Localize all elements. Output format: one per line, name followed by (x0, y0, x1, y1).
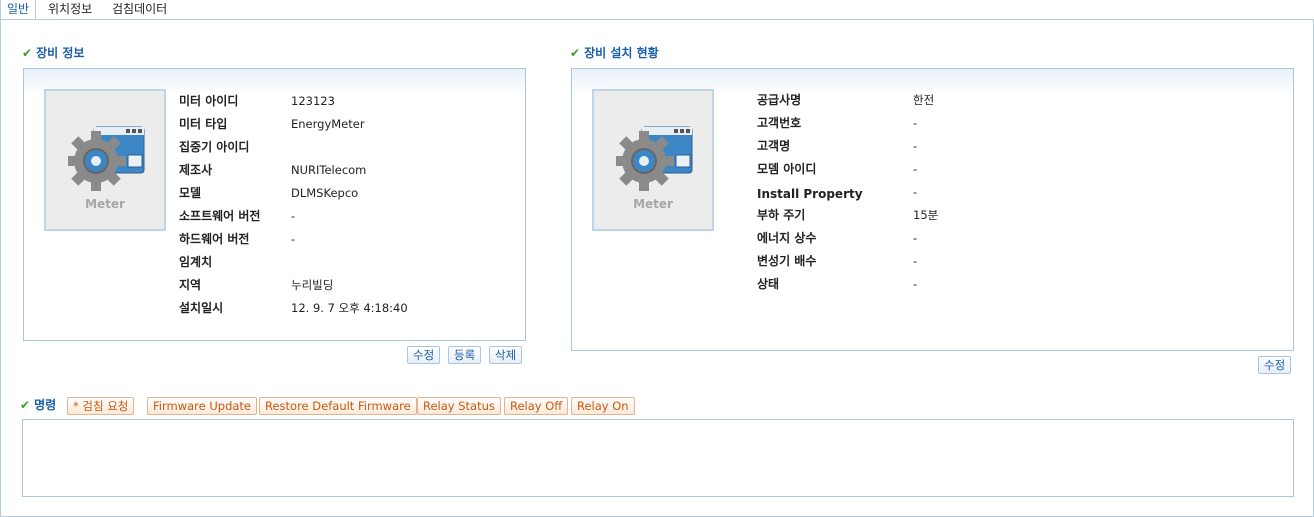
row-label: 공급사명 (757, 93, 802, 107)
row-value: - (913, 254, 918, 268)
row-label: 고객명 (757, 139, 791, 153)
row-label: 지역 (179, 278, 202, 292)
install-status-title: ✔ 장비 설치 현황 (570, 45, 659, 61)
relay-status-button[interactable]: Relay Status (417, 397, 501, 415)
check-icon: ✔ (22, 46, 33, 60)
row-label: 임계치 (179, 255, 213, 269)
row-value: 누리빌딩 (291, 278, 334, 292)
tab-bar: 일반 위치정보 검침데이터 (0, 0, 1314, 20)
row-value: - (913, 162, 918, 176)
row-value: 한전 (913, 93, 935, 107)
command-title: ✔ 명령 (20, 397, 56, 413)
meter-gear-icon (68, 126, 145, 191)
row-label: 고객번호 (757, 116, 802, 130)
row-label: 모델 (179, 186, 202, 200)
restore-default-firmware-button[interactable]: Restore Default Firmware (259, 397, 417, 415)
row-value: 12. 9. 7 오후 4:18:40 (291, 301, 408, 315)
check-icon: ✔ (570, 46, 581, 60)
meter-thumbnail: Meter (44, 89, 166, 231)
row-label: 제조사 (179, 163, 213, 177)
delete-button[interactable]: 삭제 (489, 346, 523, 364)
row-value: 123123 (291, 94, 335, 108)
command-output-box (22, 419, 1294, 497)
relay-on-button[interactable]: Relay On (571, 397, 635, 415)
row-value: DLMSKepco (291, 186, 359, 200)
meter-gear-icon (616, 126, 693, 191)
tab-metering-data[interactable]: 검침데이터 (112, 0, 167, 19)
row-value: - (291, 232, 296, 246)
row-value: - (913, 116, 918, 130)
row-value: NURITelecom (291, 163, 367, 177)
firmware-update-button[interactable]: Firmware Update (147, 397, 258, 415)
meter-read-request-button[interactable]: * 검침 요청 (67, 397, 135, 415)
relay-off-button[interactable]: Relay Off (504, 397, 569, 415)
row-value: 15분 (913, 208, 939, 222)
row-label: 집중기 아이디 (179, 140, 250, 154)
row-label: 상태 (757, 277, 780, 291)
row-value: - (291, 209, 296, 223)
row-value: - (913, 231, 918, 245)
tab-location[interactable]: 위치정보 (48, 0, 92, 19)
thumb-label: Meter (633, 197, 673, 211)
install-status-title-text: 장비 설치 현황 (584, 46, 659, 60)
row-label: 소프트웨어 버전 (179, 209, 261, 223)
row-label: Install Property (757, 187, 863, 201)
row-label: 부하 주기 (757, 208, 806, 222)
row-label: 하드웨어 버전 (179, 232, 250, 246)
row-value: - (913, 185, 918, 199)
thumb-label: Meter (85, 197, 125, 211)
row-label: 에너지 상수 (757, 231, 817, 245)
command-title-text: 명령 (34, 398, 57, 412)
row-value: - (913, 139, 918, 153)
row-label: 설치일시 (179, 301, 224, 315)
row-value: EnergyMeter (291, 117, 365, 131)
row-value: - (913, 277, 918, 291)
row-label: 변성기 배수 (757, 254, 817, 268)
row-label: 미터 아이디 (179, 94, 239, 108)
row-label: 미터 타입 (179, 117, 228, 131)
meter-thumbnail: Meter (592, 89, 714, 231)
tab-general[interactable]: 일반 (0, 0, 37, 20)
edit-install-button[interactable]: 수정 (1258, 356, 1292, 374)
device-info-title-text: 장비 정보 (36, 46, 85, 60)
device-info-title: ✔ 장비 정보 (22, 45, 84, 61)
check-icon: ✔ (20, 398, 31, 412)
row-label: 모뎀 아이디 (757, 162, 817, 176)
register-button[interactable]: 등록 (448, 346, 482, 364)
edit-button[interactable]: 수정 (407, 346, 441, 364)
